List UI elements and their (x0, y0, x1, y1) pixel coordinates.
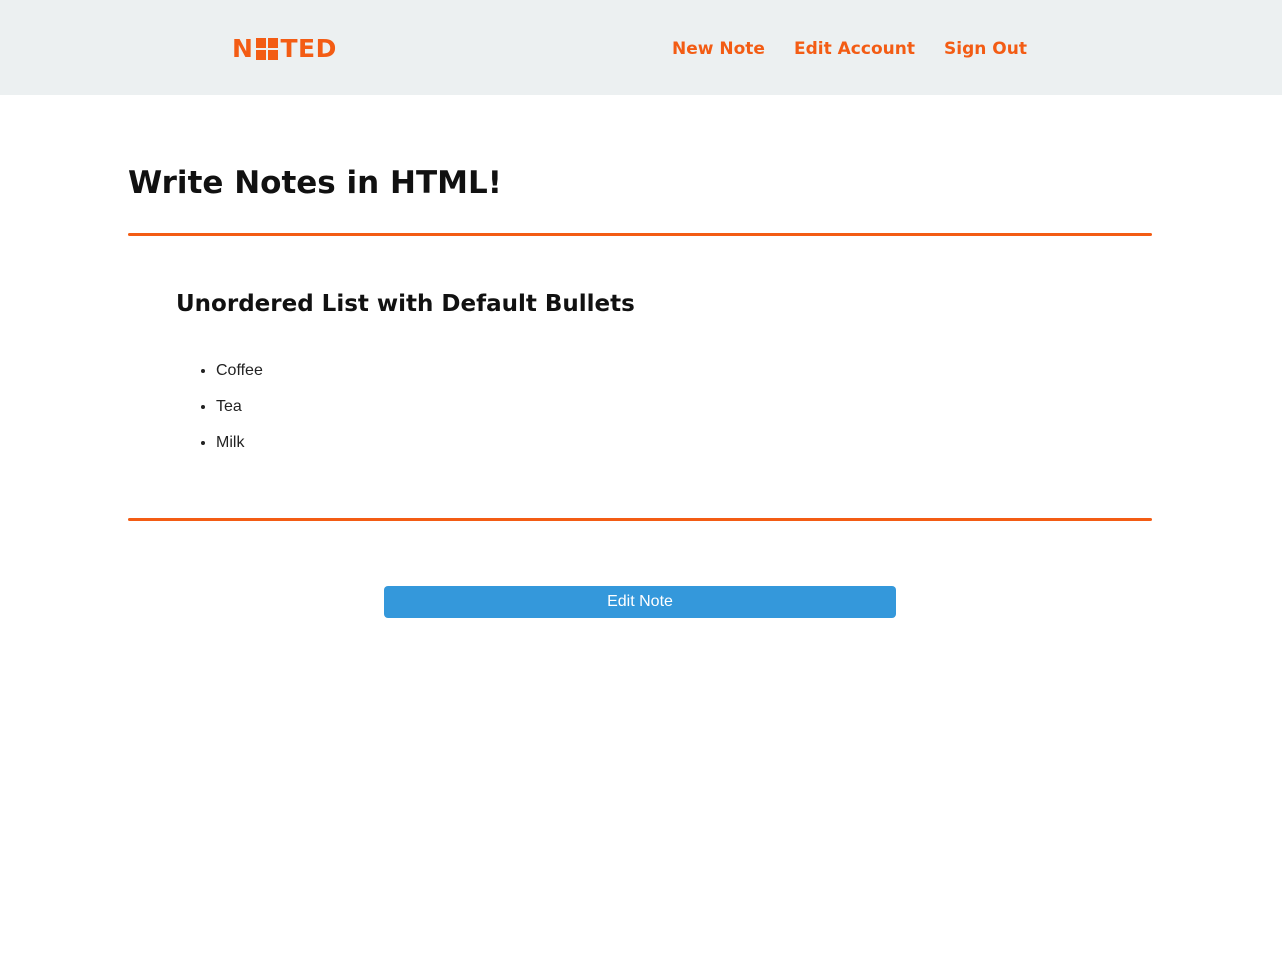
grid-icon (256, 38, 279, 60)
note-heading: Unordered List with Default Bullets (176, 291, 635, 317)
nav-edit-account-link[interactable]: Edit Account (794, 37, 915, 61)
note-list: Coffee Tea Milk (176, 358, 263, 466)
divider-top (128, 233, 1152, 236)
nav-new-note-link[interactable]: New Note (672, 37, 765, 61)
logo-text-right: TED (280, 34, 337, 63)
logo-text-left: N (232, 34, 254, 63)
nav-sign-out-link[interactable]: Sign Out (944, 37, 1027, 61)
divider-bottom (128, 518, 1152, 521)
page-title: Write Notes in HTML! (128, 165, 502, 201)
list-item: Coffee (216, 358, 263, 394)
logo[interactable]: N TED (232, 36, 337, 62)
edit-note-button[interactable]: Edit Note (384, 586, 896, 618)
list-item: Milk (216, 430, 263, 466)
list-item: Tea (216, 394, 263, 430)
top-navbar: N TED New Note Edit Account Sign Out (0, 0, 1282, 95)
